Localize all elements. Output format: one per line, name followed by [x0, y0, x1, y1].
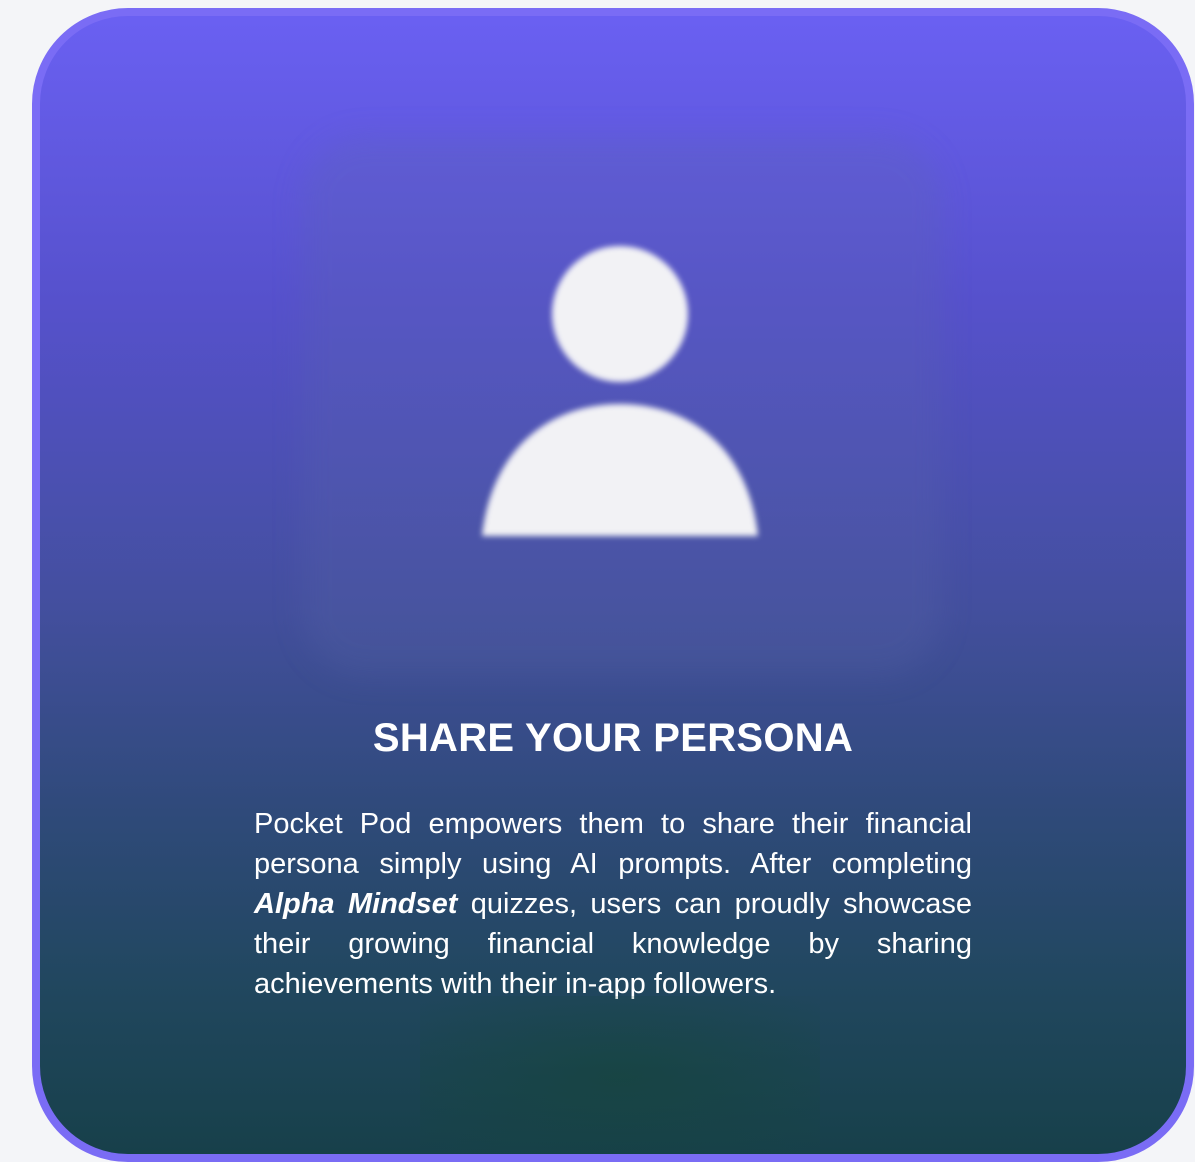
persona-feature-card: SHARE YOUR PERSONA Pocket Pod empowers t… [32, 8, 1194, 1162]
description-text-start: Pocket Pod empowers them to share their … [254, 808, 972, 880]
alpha-mindset-highlight: Alpha Mindset [254, 888, 458, 920]
card-description: Pocket Pod empowers them to share their … [254, 804, 972, 1004]
card-title: SHARE YOUR PERSONA [372, 716, 854, 760]
user-avatar-icon [460, 236, 780, 556]
